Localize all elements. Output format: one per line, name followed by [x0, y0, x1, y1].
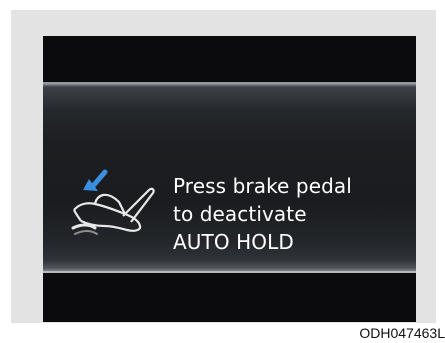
brake-pedal-foot-icon	[69, 166, 159, 256]
message-line-1: Press brake pedal	[173, 174, 352, 198]
cluster-display: Press brake pedal to deactivate AUTO HOL…	[43, 36, 416, 322]
figure-code: ODH047463L	[359, 325, 445, 341]
message-line-3: AUTO HOLD	[173, 230, 294, 254]
message-line-2: to deactivate	[173, 202, 307, 226]
message-panel: Press brake pedal to deactivate AUTO HOL…	[43, 82, 416, 273]
panel-bottom-divider	[43, 271, 416, 273]
press-arrow-icon	[83, 169, 108, 191]
deactivate-message: Press brake pedal to deactivate AUTO HOL…	[173, 172, 408, 256]
panel-top-divider	[43, 82, 416, 84]
